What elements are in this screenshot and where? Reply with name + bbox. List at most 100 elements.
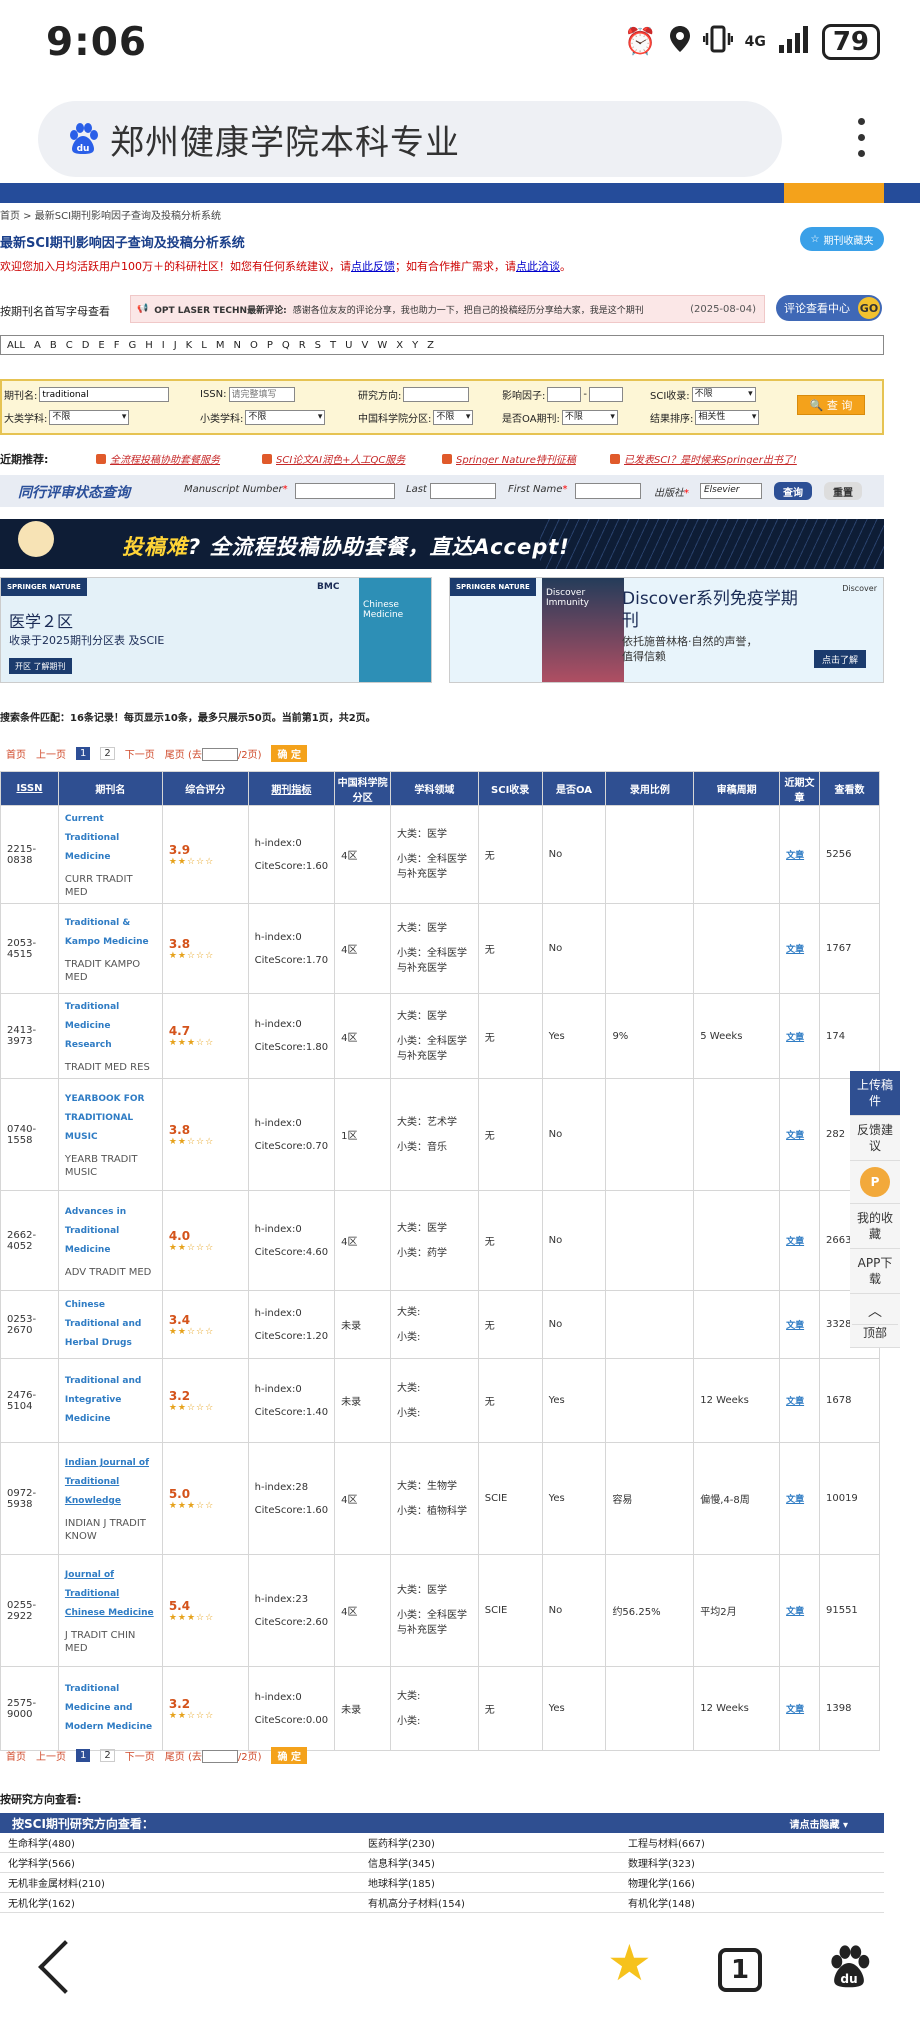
letter-all[interactable]: ALL xyxy=(7,340,25,351)
journal-favorites-button[interactable]: ☆ 期刊收藏夹 xyxy=(800,227,884,251)
last-page-link[interactable]: 尾页 xyxy=(165,750,185,761)
letter-b[interactable]: B xyxy=(50,340,57,351)
springer-discover-ad[interactable]: SPRINGER NATURE Discover Immunity Discov… xyxy=(449,577,884,683)
direction-item[interactable]: 有机化学(148) xyxy=(620,1893,884,1913)
springer-medicine-ad[interactable]: SPRINGER NATURE BMC 医学２区 收录于2025期刊分区表 及S… xyxy=(0,577,432,683)
last-page-link[interactable]: 尾页 xyxy=(165,1752,185,1763)
letter-s[interactable]: S xyxy=(315,340,321,351)
journal-name-link[interactable]: Current Traditional Medicine xyxy=(65,810,156,867)
journal-name-link[interactable]: Indian Journal of Traditional Knowledge xyxy=(65,1454,156,1511)
articles-link[interactable]: 文章 xyxy=(786,851,804,861)
page-input[interactable] xyxy=(201,1750,238,1764)
letter-m[interactable]: M xyxy=(216,340,225,351)
letter-p[interactable]: P xyxy=(267,340,273,351)
sort-select[interactable]: 相关性 xyxy=(695,410,760,425)
cas-select[interactable]: 不限 xyxy=(433,410,474,425)
more-menu-icon[interactable] xyxy=(858,118,866,166)
recommend-link-3[interactable]: Springer Nature特刊征稿 xyxy=(442,451,576,466)
letter-v[interactable]: V xyxy=(361,340,368,351)
direction-item[interactable]: 地球科学(185) xyxy=(360,1873,620,1893)
letter-o[interactable]: O xyxy=(250,340,258,351)
oa-select[interactable]: 不限 xyxy=(561,410,618,425)
articles-link[interactable]: 文章 xyxy=(786,1495,804,1505)
peer-query-button[interactable]: 查询 xyxy=(774,482,812,500)
first-name-input[interactable] xyxy=(575,483,641,499)
ad1-button[interactable]: 开区 了解期刊 xyxy=(9,658,72,674)
prev-page-link[interactable]: 上一页 xyxy=(36,1748,66,1763)
journal-name-link[interactable]: Chinese Traditional and Herbal Drugs xyxy=(65,1296,156,1353)
articles-link[interactable]: 文章 xyxy=(786,1397,804,1407)
baidu-paw-icon[interactable]: du xyxy=(826,1944,872,1990)
page-input[interactable] xyxy=(201,748,238,762)
first-page-link[interactable]: 首页 xyxy=(6,1748,26,1763)
ad2-button[interactable]: 点击了解 xyxy=(814,650,867,668)
direction-input[interactable] xyxy=(403,387,470,402)
page-2[interactable]: 2 xyxy=(100,1749,115,1762)
last-name-input[interactable] xyxy=(430,483,496,499)
articles-link[interactable]: 文章 xyxy=(786,1321,804,1331)
articles-link[interactable]: 文章 xyxy=(786,1237,804,1247)
journal-name-input[interactable] xyxy=(39,387,170,402)
letter-u[interactable]: U xyxy=(345,340,352,351)
next-page-link[interactable]: 下一页 xyxy=(125,746,155,761)
direction-item[interactable]: 无机非金属材料(210) xyxy=(0,1873,360,1893)
journal-name-link[interactable]: Traditional & Kampo Medicine xyxy=(65,914,156,952)
manuscript-number-input[interactable] xyxy=(295,483,395,499)
articles-link[interactable]: 文章 xyxy=(786,1705,804,1715)
search-button[interactable]: 🔍 查 询 xyxy=(797,395,865,415)
letter-k[interactable]: K xyxy=(186,340,193,351)
articles-link[interactable]: 文章 xyxy=(786,945,804,955)
first-page-link[interactable]: 首页 xyxy=(6,746,26,761)
column-header[interactable]: 期刊指标 xyxy=(247,771,336,806)
journal-name-link[interactable]: Traditional and Integrative Medicine xyxy=(65,1372,156,1429)
direction-item[interactable]: 物理化学(166) xyxy=(620,1873,884,1893)
nav-highlight[interactable] xyxy=(784,183,884,203)
direction-item[interactable]: 化学科学(566) xyxy=(0,1853,360,1873)
submission-banner[interactable]: 投稿难? 全流程投稿协助套餐，直达Accept! xyxy=(0,519,884,569)
next-page-link[interactable]: 下一页 xyxy=(125,1748,155,1763)
letter-d[interactable]: D xyxy=(82,340,90,351)
journal-name-link[interactable]: Advances in Traditional Medicine xyxy=(65,1203,156,1260)
mascot-button[interactable]: P xyxy=(850,1161,900,1204)
recommend-link-2[interactable]: SCI论文AI润色+人工QC服务 xyxy=(262,451,405,466)
comment-center-button[interactable]: 评论查看中心 GO xyxy=(776,295,882,321)
my-favorites-button[interactable]: 我的收藏 xyxy=(850,1204,900,1249)
latest-comment-ticker[interactable]: 📢 OPT LASER TECHN最新评论: 感谢各位友友的评论分享，我也助力一… xyxy=(130,295,765,323)
confirm-button[interactable]: 确 定 xyxy=(271,1747,307,1764)
page-2[interactable]: 2 xyxy=(100,747,115,760)
recommend-link-1[interactable]: 全流程投稿协助套餐服务 xyxy=(96,451,220,466)
back-to-top-button[interactable]: ︿ 顶部 xyxy=(850,1294,900,1348)
letter-c[interactable]: C xyxy=(66,340,73,351)
journal-name-link[interactable]: Journal of Traditional Chinese Medicine xyxy=(65,1566,156,1623)
direction-item[interactable]: 生命科学(480) xyxy=(0,1833,360,1853)
letter-q[interactable]: Q xyxy=(282,340,290,351)
bookmark-star-icon[interactable]: ★ xyxy=(607,1938,652,1988)
upload-manuscript-button[interactable]: 上传稿件 xyxy=(850,1071,900,1116)
cooperation-link[interactable]: 点此洽谈 xyxy=(516,260,560,273)
if-min-input[interactable] xyxy=(547,387,582,402)
feedback-button[interactable]: 反馈建议 xyxy=(850,1116,900,1161)
direction-item[interactable]: 信息科学(345) xyxy=(360,1853,620,1873)
peer-reset-button[interactable]: 重置 xyxy=(824,482,862,500)
letter-j[interactable]: J xyxy=(174,340,177,351)
journal-name-link[interactable]: YEARBOOK FOR TRADITIONAL MUSIC xyxy=(65,1090,156,1147)
address-bar[interactable]: du 郑州健康学院本科专业 xyxy=(38,101,782,177)
articles-link[interactable]: 文章 xyxy=(786,1607,804,1617)
prev-page-link[interactable]: 上一页 xyxy=(36,746,66,761)
confirm-button[interactable]: 确 定 xyxy=(271,745,307,762)
letter-g[interactable]: G xyxy=(128,340,136,351)
letter-w[interactable]: W xyxy=(377,340,387,351)
letter-f[interactable]: F xyxy=(114,340,120,351)
sci-select[interactable]: 不限 xyxy=(691,387,756,402)
direction-item[interactable]: 无机化学(162) xyxy=(0,1893,360,1913)
direction-item[interactable]: 工程与材料(667) xyxy=(620,1833,884,1853)
issn-input[interactable] xyxy=(228,387,295,402)
app-download-button[interactable]: APP下载 xyxy=(850,1249,900,1294)
letter-a[interactable]: A xyxy=(34,340,41,351)
publisher-select[interactable]: Elsevier xyxy=(700,483,762,499)
minor-select[interactable]: 不限 xyxy=(245,410,326,425)
letter-z[interactable]: Z xyxy=(427,340,434,351)
back-arrow-icon[interactable] xyxy=(38,1940,92,1994)
journal-name-link[interactable]: Traditional Medicine and Modern Medicine xyxy=(65,1680,156,1737)
column-header[interactable]: ISSN xyxy=(0,771,59,806)
